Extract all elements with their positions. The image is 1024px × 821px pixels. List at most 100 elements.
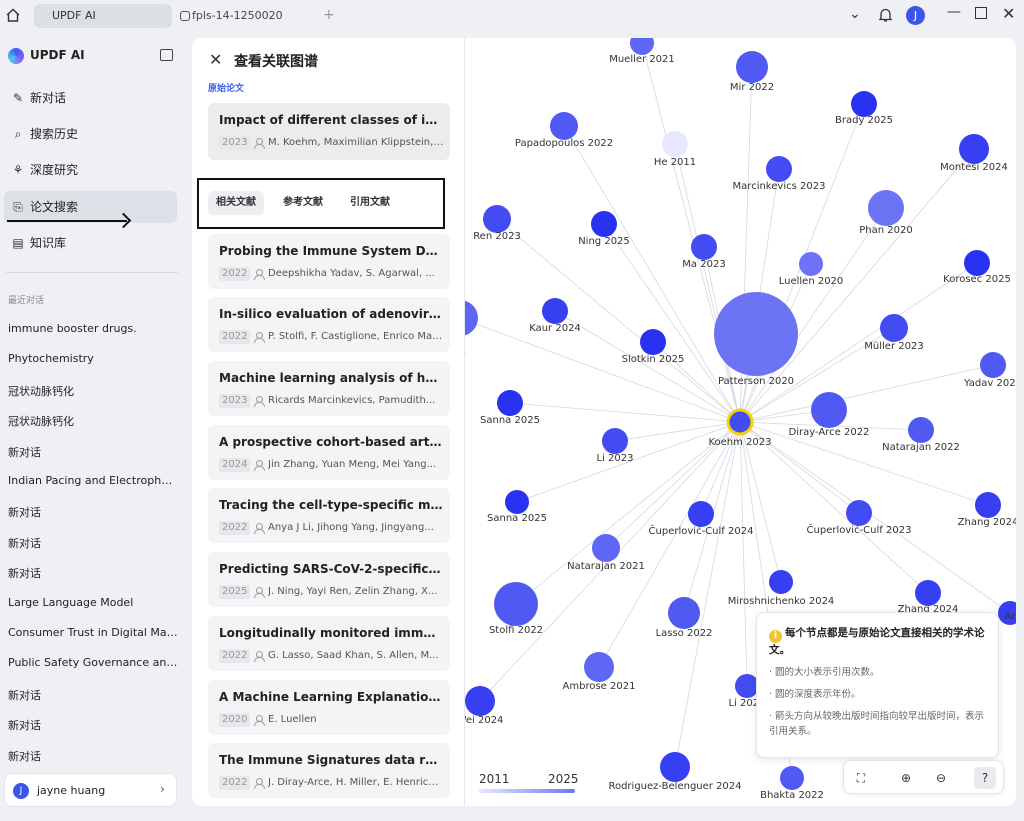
graph-node[interactable] [851,91,877,117]
graph-node-label: Yadav 2022 [963,378,1016,389]
sidebar-collapse-icon[interactable] [160,49,173,61]
paper-card[interactable]: The Immune Signatures data resource... 20… [208,743,450,798]
user-card[interactable]: J jayne huang › [4,773,177,807]
chevron-down-icon[interactable]: ⌄ [849,6,861,22]
original-paper-card[interactable]: Impact of different classes of immune...… [208,103,450,160]
graph-node[interactable] [591,211,617,237]
recent-chat-item[interactable]: 新对话 [8,504,178,520]
paper-card[interactable]: Longitudinally monitored immune... 2022 G.… [208,616,450,671]
sidebar-item-knowledge-base[interactable]: ▤ 知识库 [4,227,177,259]
graph-node[interactable] [640,329,666,355]
citation-graph[interactable]: Mueller 2021 Mir 2022 Brady 2025 Papadopoul… [465,38,1016,806]
recent-chat-item[interactable]: 新对话 [8,444,178,460]
close-icon[interactable]: ✕ [1002,4,1015,23]
graph-node[interactable] [668,597,700,629]
bell-icon[interactable] [878,7,893,23]
graph-node-label: Papadopoulos 2022 [515,138,613,149]
zoom-in-icon[interactable]: ⊕ [895,767,917,789]
paper-card[interactable]: Predicting SARS-CoV-2-specific CD4... 202… [208,552,450,607]
tab-related[interactable]: 相关文献 [208,191,264,215]
home-icon[interactable] [5,7,21,23]
graph-node[interactable] [602,428,628,454]
graph-node[interactable] [846,500,872,526]
close-panel-icon[interactable]: ✕ [209,50,222,69]
recent-chat-item[interactable]: 新对话 [8,748,178,764]
graph-node[interactable] [691,234,717,260]
author-icon [254,138,265,149]
graph-node[interactable] [465,686,495,716]
paper-authors: G. Lasso, Saad Khan, S. Allen, M... [268,650,439,661]
graph-node[interactable] [780,766,804,790]
graph-node[interactable] [584,652,614,682]
tab-citations[interactable]: 引用文献 [342,191,398,215]
graph-node[interactable] [769,570,793,594]
graph-node[interactable] [630,38,654,55]
graph-node[interactable] [660,752,690,782]
sidebar-item-deep-research[interactable]: ⚘ 深度研究 [4,154,177,186]
book-icon: ▤ [12,236,24,250]
tab-updf-ai[interactable]: UPDF AI [34,4,172,28]
recent-chat-item[interactable]: immune booster drugs. [8,322,178,335]
recent-chat-item[interactable]: Large Language Model [8,596,178,609]
paper-card[interactable]: Machine learning analysis of human... 202… [208,361,450,416]
recent-chat-item[interactable]: Phytochemistry [8,352,178,365]
graph-node-label: Ren 2023 [473,231,521,242]
paper-card[interactable]: In-silico evaluation of adenoviral ... 20… [208,297,450,352]
zoom-out-icon[interactable]: ⊖ [930,767,952,789]
graph-node[interactable] [592,534,620,562]
graph-node[interactable] [964,250,990,276]
sidebar-item-paper-search[interactable]: ⎘ 论文搜索 [4,191,177,223]
new-chat-icon: ✎ [12,91,24,105]
paper-card[interactable]: A prospective cohort-based artificial...… [208,425,450,480]
graph-node[interactable] [494,582,538,626]
recent-chat-item[interactable]: 冠状动脉钙化 [8,383,178,399]
graph-node[interactable] [714,292,798,376]
graph-node[interactable] [766,156,792,182]
sidebar-item-new-chat[interactable]: ✎ 新对话 [4,82,177,114]
panel-title: 查看关联图谱 [234,54,318,70]
graph-node[interactable] [868,190,904,226]
graph-node[interactable] [550,112,578,140]
graph-node[interactable] [483,205,511,233]
research-icon: ⚘ [12,163,24,177]
graph-node[interactable] [497,390,523,416]
recent-chat-item[interactable]: 新对话 [8,535,178,551]
graph-node[interactable] [736,51,768,83]
help-icon[interactable]: ? [974,767,996,789]
graph-node[interactable] [980,352,1006,378]
graph-node[interactable] [465,300,478,336]
maximize-icon[interactable] [975,7,987,19]
graph-node[interactable] [811,392,847,428]
tab-references[interactable]: 参考文献 [275,191,331,215]
new-tab-icon[interactable]: + [323,7,335,23]
recent-chat-item[interactable]: 新对话 [8,687,178,703]
recent-chat-item[interactable]: Public Safety Governance and... [8,656,178,669]
graph-node-label: Sanna 2025 [487,513,547,524]
avatar[interactable]: J [906,6,925,25]
tab-document[interactable]: fpls-14-1250020 [176,4,316,28]
graph-node-label: Mir 2022 [730,82,774,93]
graph-node[interactable] [505,490,529,514]
recent-chat-item[interactable]: Indian Pacing and Electrophysiology... [8,474,178,487]
paper-card[interactable]: A Machine Learning Explanation of... 2020… [208,680,450,735]
graph-node[interactable] [799,252,823,276]
graph-node[interactable] [688,501,714,527]
fit-view-icon[interactable]: ⛶ [850,767,872,789]
graph-node[interactable] [662,131,688,157]
graph-node[interactable] [908,417,934,443]
minimize-icon[interactable]: — [947,4,961,20]
graph-center-node[interactable] [726,408,754,436]
recent-chat-item[interactable]: 新对话 [8,565,178,581]
graph-node[interactable] [915,580,941,606]
graph-node[interactable] [975,492,1001,518]
graph-node[interactable] [542,298,568,324]
paper-card[interactable]: Probing the Immune System Dynamics... 202… [208,234,450,289]
paper-card[interactable]: Tracing the cell-type-specific modules..… [208,488,450,543]
graph-node[interactable] [880,314,908,342]
sidebar-item-search-history[interactable]: ⌕ 搜索历史 [4,118,177,150]
graph-edge [641,42,741,423]
recent-chat-item[interactable]: Consumer Trust in Digital Marketing [8,626,178,639]
recent-chat-item[interactable]: 冠状动脉钙化 [8,413,178,429]
recent-chat-item[interactable]: 新对话 [8,717,178,733]
graph-node[interactable] [959,134,989,164]
